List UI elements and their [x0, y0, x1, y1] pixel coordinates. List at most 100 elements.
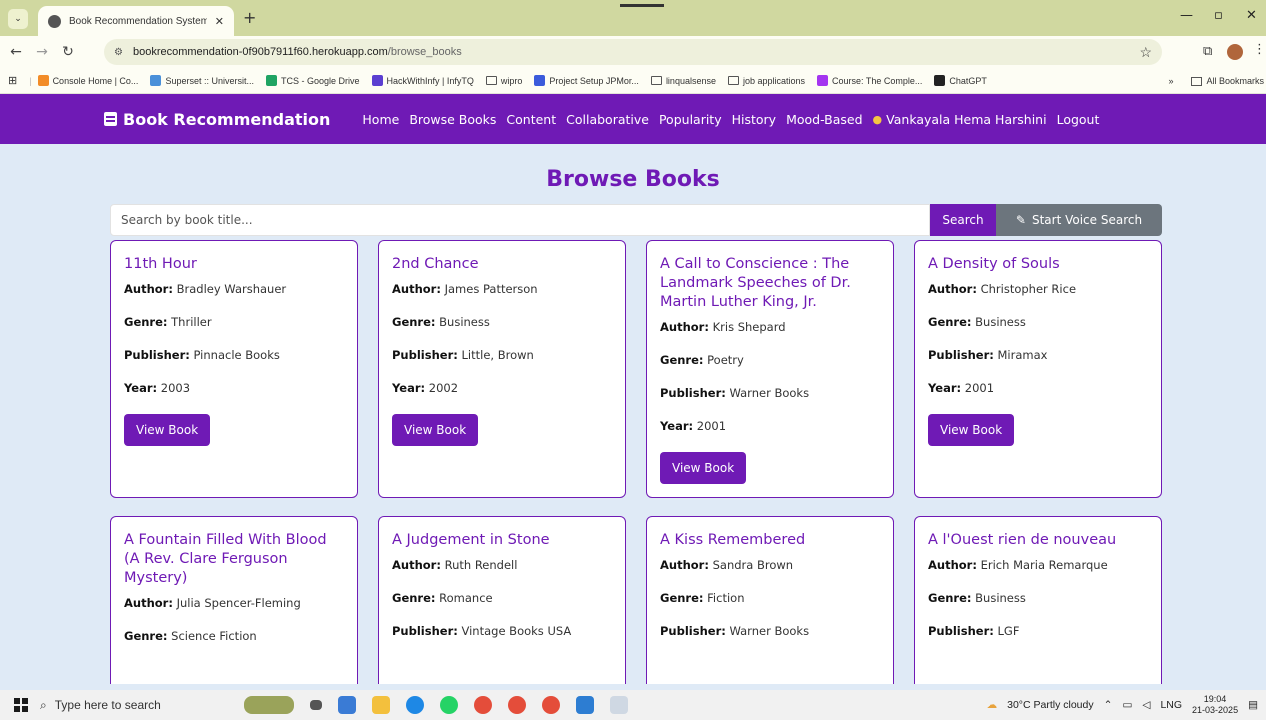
genre-label: Genre: [124, 629, 168, 643]
bookmark-item[interactable]: Course: The Comple... [817, 75, 922, 86]
user-icon: ● [872, 112, 883, 126]
profile-avatar[interactable] [1227, 44, 1243, 60]
nav-mood-based[interactable]: Mood-Based [786, 112, 862, 127]
all-bookmarks-button[interactable]: » All Bookmarks [1160, 76, 1264, 86]
browser-tab[interactable]: Book Recommendation System ✕ [38, 6, 234, 36]
book-title: A Fountain Filled With Blood (A Rev. Cla… [124, 532, 327, 586]
view-book-button[interactable]: View Book [928, 414, 1015, 446]
bookmark-item[interactable]: Project Setup JPMor... [534, 75, 639, 86]
bookmark-star-icon[interactable]: ☆ [1139, 44, 1152, 61]
page-title: Browse Books [546, 167, 720, 192]
network-icon[interactable]: ▭ [1122, 699, 1132, 711]
vscode-icon[interactable] [576, 696, 594, 714]
search-input[interactable] [110, 204, 930, 236]
author-label: Author: [928, 282, 977, 296]
tab-search-icon[interactable]: ⌄ [8, 9, 28, 29]
nav-collaborative[interactable]: Collaborative [566, 112, 649, 127]
book-title: A l'Ouest rien de nouveau [928, 532, 1117, 548]
extensions-icon[interactable]: ⧉ [1203, 44, 1212, 59]
menu-icon[interactable]: ⋮ [1253, 42, 1266, 57]
genre-label: Genre: [124, 315, 168, 329]
whatsapp-icon[interactable] [440, 696, 458, 714]
reload-icon[interactable]: ↻ [62, 44, 74, 60]
book-year: Year: 2002 [392, 381, 612, 395]
bookmark-item[interactable]: Superset :: Universit... [150, 75, 254, 86]
close-window-icon[interactable]: ✕ [1246, 8, 1257, 23]
clock[interactable]: 19:04 21-03-2025 [1192, 694, 1238, 716]
tray-expand-icon[interactable]: ⌃ [1104, 699, 1113, 711]
bookmark-item[interactable]: HackWithInfy | InfyTQ [371, 75, 474, 86]
nav-links: Home Browse Books Content Collaborative … [362, 112, 1099, 127]
nav-user[interactable]: ● Vankayala Hema Harshini [873, 112, 1047, 127]
nav-logout[interactable]: Logout [1057, 112, 1100, 127]
taskbar-search[interactable]: ⌕ Type here to search [40, 690, 222, 720]
genre-value: Poetry [707, 353, 744, 367]
nav-history[interactable]: History [732, 112, 776, 127]
author-value: Erich Maria Remarque [980, 558, 1108, 572]
bookmark-item[interactable]: Console Home | Co... [37, 75, 138, 86]
book-author: Author: Bradley Warshauer [124, 282, 344, 296]
brand[interactable]: Book Recommendation [104, 110, 330, 129]
nav-content[interactable]: Content [506, 112, 556, 127]
weather-icon: ☁ [986, 699, 998, 711]
file-explorer-icon[interactable] [372, 696, 390, 714]
url-path: /browse_books [387, 46, 462, 58]
apps-icon[interactable]: ⊞ [8, 74, 17, 87]
address-bar: ← → ↻ ⚙ bookrecommendation-0f90b7911f60.… [0, 36, 1266, 68]
bookmark-item[interactable]: wipro [485, 75, 523, 86]
clock-date: 21-03-2025 [1192, 705, 1239, 715]
book-card: A Fountain Filled With Blood (A Rev. Cla… [110, 516, 358, 684]
publisher-value: Little, Brown [461, 348, 534, 362]
nav-home[interactable]: Home [362, 112, 399, 127]
book-author: Author: James Patterson [392, 282, 612, 296]
search-button[interactable]: Search [930, 204, 996, 236]
all-bookmarks-label: All Bookmarks [1206, 76, 1264, 86]
book-card: A Kiss Remembered Author: Sandra Brown Gen… [646, 516, 894, 684]
notifications-icon[interactable]: ▤ [1248, 699, 1258, 711]
edge-icon[interactable] [406, 696, 424, 714]
notepad-icon[interactable] [610, 696, 628, 714]
forward-icon[interactable]: → [36, 44, 48, 60]
view-book-button[interactable]: View Book [392, 414, 479, 446]
bookmark-item[interactable]: TCS - Google Drive [265, 75, 360, 86]
voice-search-button[interactable]: ✎ Start Voice Search [996, 204, 1162, 236]
weather-text[interactable]: 30°C Partly cloudy [1007, 699, 1094, 711]
windows-start-icon[interactable] [14, 698, 28, 712]
teams-icon[interactable] [338, 696, 356, 714]
author-label: Author: [124, 596, 173, 610]
site-info-icon[interactable]: ⚙ [114, 47, 123, 58]
bookmark-item[interactable]: ChatGPT [934, 75, 987, 86]
new-tab-button[interactable]: + [243, 8, 256, 27]
book-genre: Genre: Business [928, 591, 1148, 605]
bookmark-favicon-icon [534, 75, 546, 86]
voice-search-label: Start Voice Search [1031, 213, 1143, 227]
clock-time: 19:04 [1203, 694, 1227, 704]
chrome-profile-icon[interactable] [508, 696, 526, 714]
bookmark-favicon-icon [265, 75, 277, 86]
view-book-button[interactable]: View Book [124, 414, 211, 446]
bookmark-label: wipro [500, 75, 523, 86]
book-card: 11th Hour Author: Bradley Warshauer Genre:… [110, 240, 358, 498]
task-view-icon[interactable] [310, 700, 322, 710]
widget-icon[interactable] [244, 696, 294, 714]
chrome-profile-2-icon[interactable] [542, 696, 560, 714]
publisher-label: Publisher: [392, 624, 458, 638]
nav-browse-books[interactable]: Browse Books [409, 112, 496, 127]
author-label: Author: [928, 558, 977, 572]
nav-popularity[interactable]: Popularity [659, 112, 722, 127]
back-icon[interactable]: ← [10, 44, 22, 60]
chrome-icon[interactable] [474, 696, 492, 714]
bookmark-item[interactable]: linqualsense [650, 75, 716, 86]
bookmark-label: linqualsense [665, 75, 716, 86]
lang-label[interactable]: LNG [1160, 699, 1182, 711]
bookmark-item[interactable]: job applications [727, 76, 805, 86]
url-field[interactable]: ⚙ bookrecommendation-0f90b7911f60.heroku… [104, 39, 1162, 65]
genre-label: Genre: [660, 353, 704, 367]
volume-icon[interactable]: ◁ [1142, 699, 1150, 711]
year-label: Year: [660, 419, 694, 433]
minimize-icon[interactable]: — [1180, 8, 1193, 23]
main-content: Browse Books Search ✎ Start Voice Search… [0, 144, 1266, 684]
view-book-button[interactable]: View Book [660, 452, 747, 484]
close-tab-icon[interactable]: ✕ [215, 15, 224, 28]
restore-icon[interactable]: ▫ [1214, 8, 1223, 23]
